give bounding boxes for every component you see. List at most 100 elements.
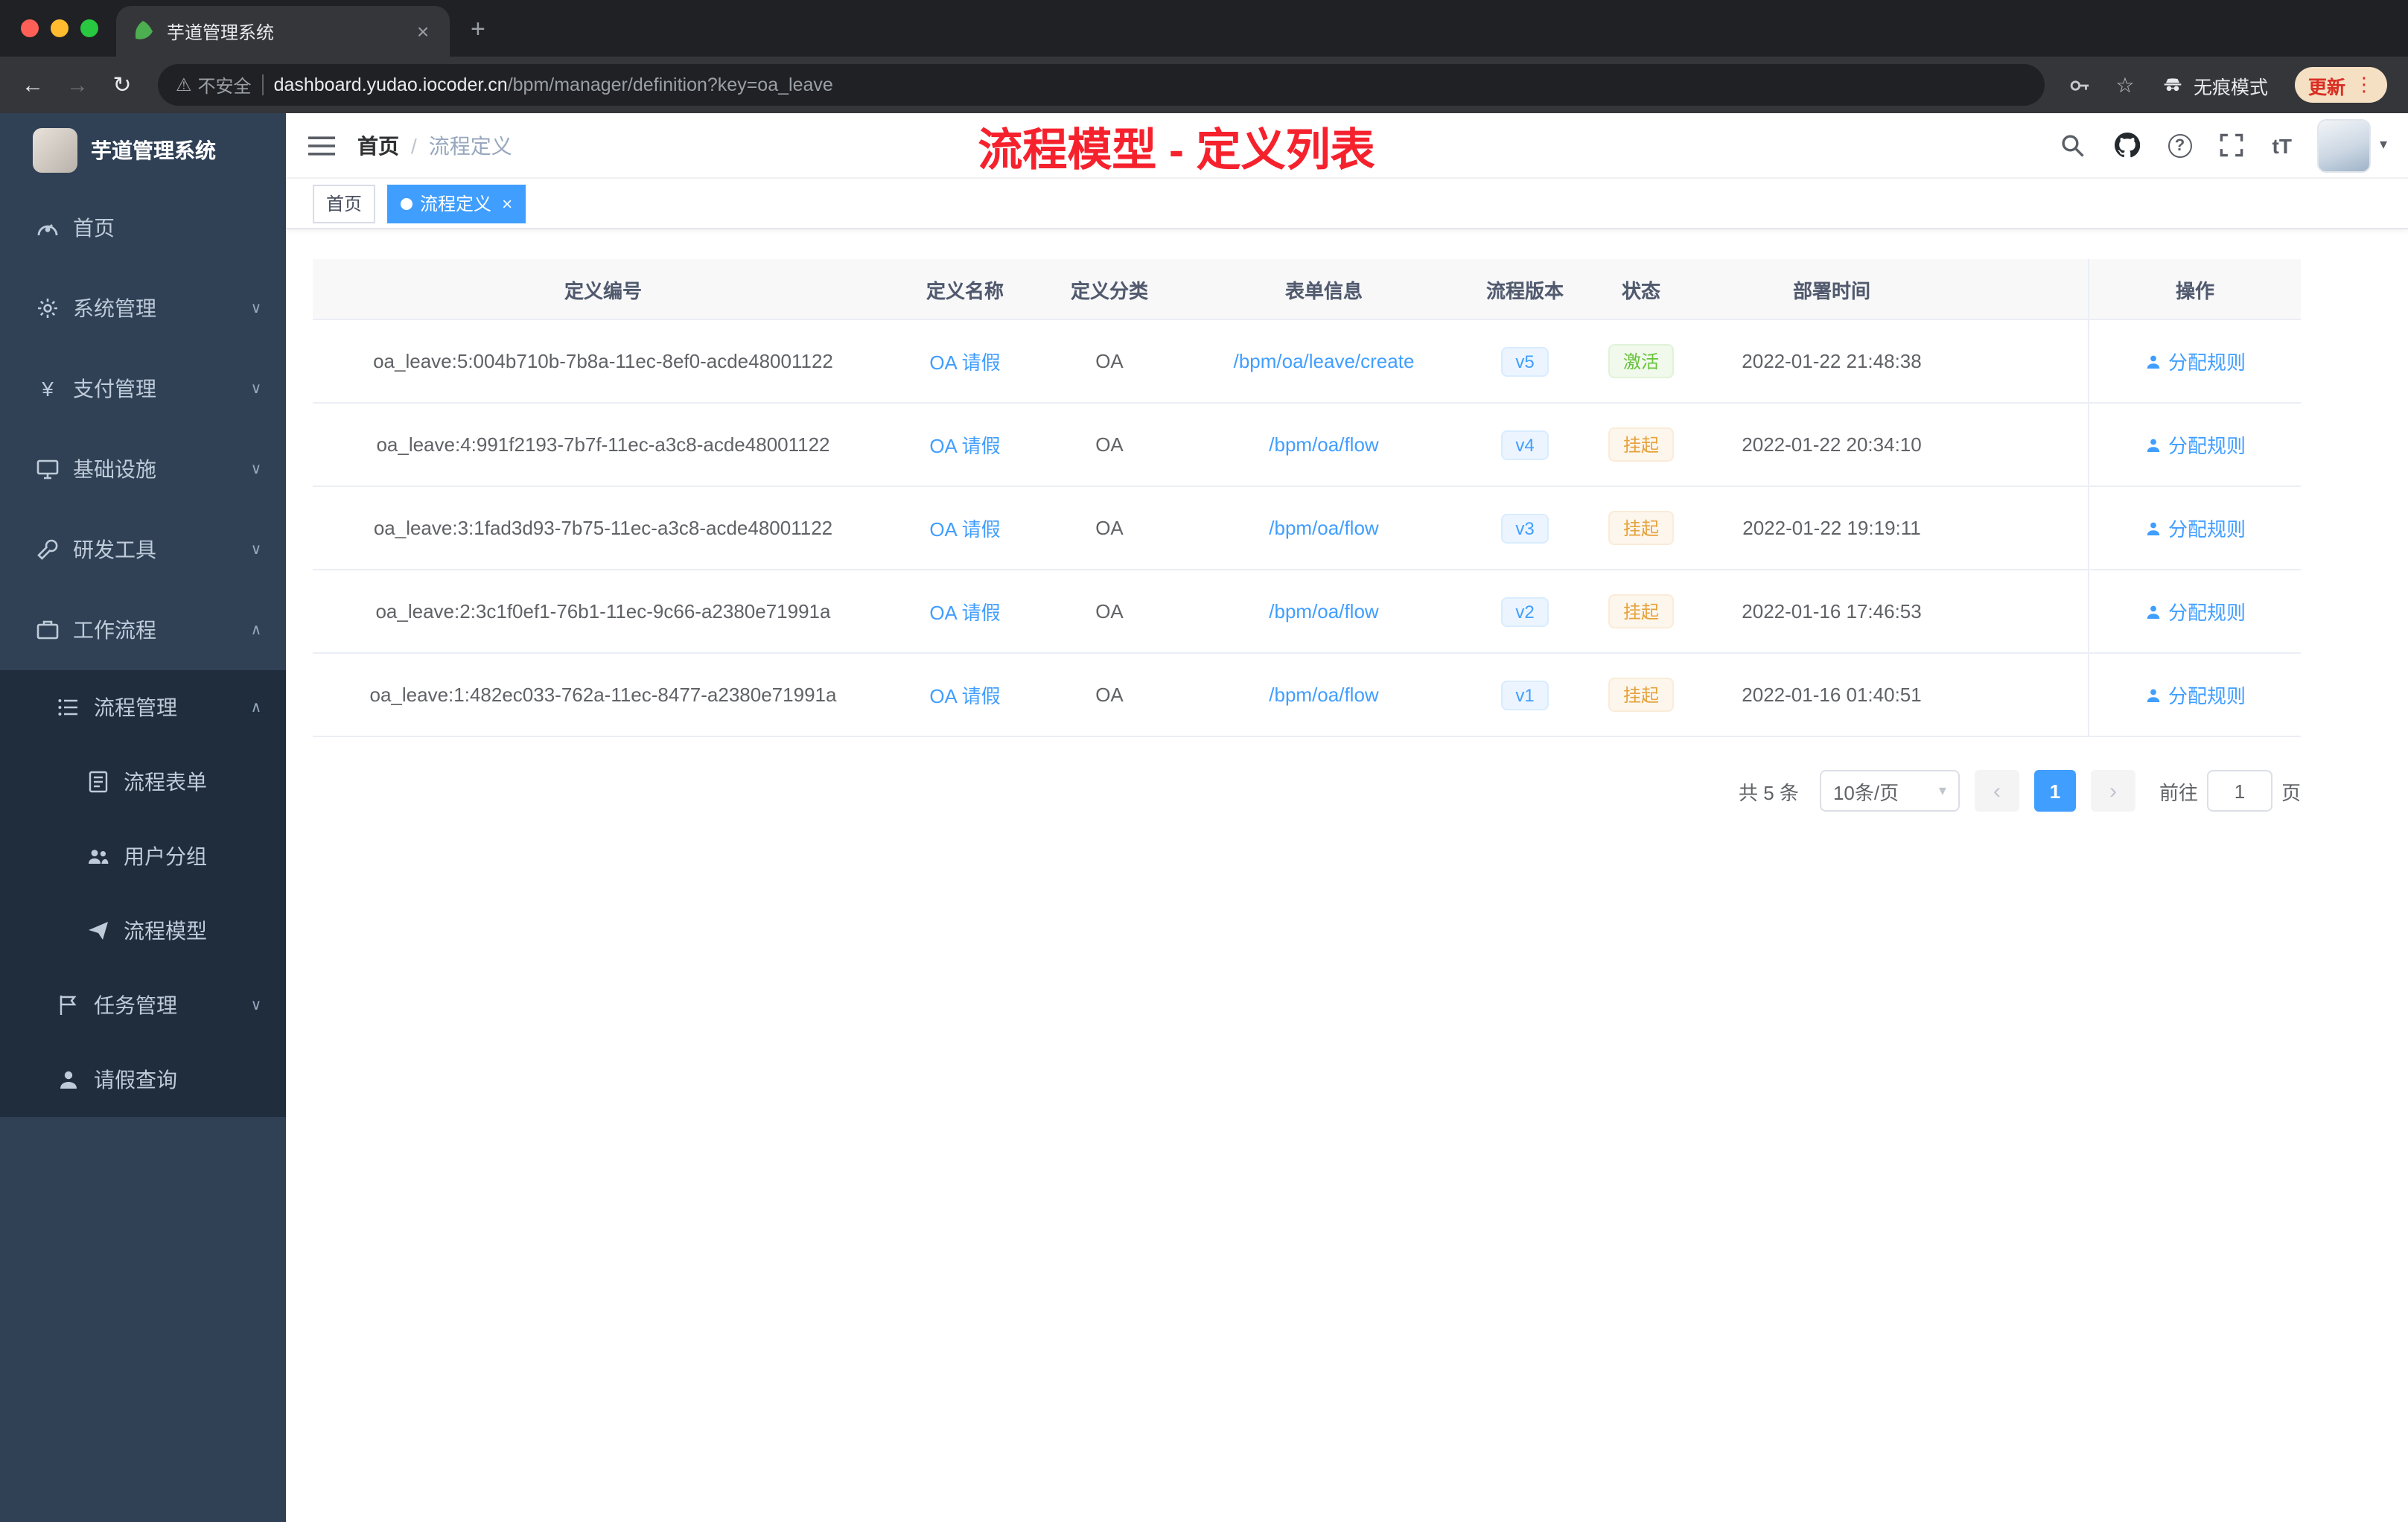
form-link[interactable]: /bpm/oa/flow — [1269, 433, 1378, 456]
sidebar-item-system[interactable]: 系统管理 ∨ — [0, 268, 286, 348]
sidebar-item-workflow[interactable]: 工作流程 ∧ — [0, 590, 286, 670]
dashboard-icon — [36, 216, 60, 240]
omnibox-divider — [261, 74, 264, 95]
chevron-down-icon: ∨ — [250, 541, 262, 558]
browser-menu-kebab-icon[interactable]: ⋮ — [2354, 73, 2374, 97]
tab-title: 芋道管理系统 — [167, 22, 275, 42]
tab-strip: 芋道管理系统 × + — [0, 0, 2408, 57]
assign-rule-link[interactable]: 分配规则 — [2144, 681, 2246, 709]
col-action: 操作 — [2088, 259, 2301, 319]
form-link[interactable]: /bpm/oa/flow — [1269, 517, 1378, 539]
goto-page-input[interactable] — [2206, 770, 2272, 812]
pagination: 共 5 条 10条/页 ▾ ‹ 1 › 前往 页 — [313, 770, 2301, 812]
cell-category: OA — [1095, 517, 1124, 539]
tag-close-icon[interactable]: × — [502, 193, 512, 214]
chevron-down-icon: ∨ — [250, 997, 262, 1013]
sidebar-item-leave-query[interactable]: 请假查询 — [0, 1042, 286, 1117]
new-tab-button[interactable]: + — [471, 15, 485, 45]
definition-name-link[interactable]: OA 请假 — [929, 681, 1000, 709]
briefcase-icon — [36, 618, 60, 642]
person-icon — [2147, 354, 2160, 368]
zoom-window-button[interactable] — [80, 19, 98, 37]
col-version: 流程版本 — [1485, 279, 1564, 302]
form-link[interactable]: /bpm/oa/leave/create — [1234, 350, 1415, 372]
url-domain: dashboard.yudao.iocoder.cn — [273, 74, 508, 95]
cell-deploy-time: 2022-01-16 17:46:53 — [1742, 600, 1922, 623]
reload-icon[interactable]: ↻ — [101, 64, 143, 106]
password-key-icon[interactable] — [2060, 64, 2101, 106]
minimize-window-button[interactable] — [51, 19, 69, 37]
definition-name-link[interactable]: OA 请假 — [929, 347, 1000, 375]
security-warning-icon: ⚠ — [176, 74, 192, 95]
total-count: 共 5 条 — [1739, 781, 1799, 803]
goto-suffix: 页 — [2281, 781, 2301, 803]
forward-icon[interactable]: → — [57, 64, 98, 106]
bookmark-star-icon[interactable]: ☆ — [2104, 64, 2146, 106]
update-label: 更新 — [2307, 77, 2345, 98]
assign-rule-link[interactable]: 分配规则 — [2144, 347, 2246, 375]
document-icon — [86, 770, 110, 794]
help-icon[interactable]: ? — [2167, 133, 2192, 157]
goto-page: 前往 页 — [2159, 770, 2301, 812]
github-icon[interactable] — [2113, 130, 2143, 160]
cell-category: OA — [1095, 433, 1124, 456]
sidebar-item-task-management[interactable]: 任务管理 ∨ — [0, 968, 286, 1042]
cell-deploy-time: 2022-01-22 21:48:38 — [1742, 350, 1922, 372]
sidebar-item-process-management[interactable]: 流程管理 ∧ — [0, 670, 286, 745]
definition-name-link[interactable]: OA 请假 — [929, 514, 1000, 542]
caret-down-icon: ▾ — [1938, 783, 1946, 799]
status-badge: 挂起 — [1608, 678, 1674, 712]
col-status: 状态 — [1621, 279, 1660, 302]
breadcrumb-home[interactable]: 首页 — [357, 130, 399, 160]
security-status[interactable]: ⚠ 不安全 — [176, 72, 252, 98]
definition-table: 定义编号 定义名称 定义分类 表单信息 流程版本 状态 部署时间 操作 oa_l… — [313, 259, 2301, 737]
sidebar-item-process-model[interactable]: 流程模型 — [0, 894, 286, 968]
close-window-button[interactable] — [21, 19, 39, 37]
user-avatar-dropdown[interactable]: ▾ — [2316, 118, 2387, 172]
version-badge: v1 — [1500, 680, 1549, 710]
address-bar[interactable]: ⚠ 不安全 dashboard.yudao.iocoder.cn/bpm/man… — [158, 64, 2045, 106]
search-icon[interactable] — [2058, 130, 2088, 160]
users-icon — [86, 844, 110, 868]
current-page-button[interactable]: 1 — [2033, 770, 2076, 812]
incognito-label: 无痕模式 — [2193, 77, 2268, 98]
chevron-up-icon: ∧ — [250, 622, 262, 638]
definition-name-link[interactable]: OA 请假 — [929, 430, 1000, 459]
assign-rule-link[interactable]: 分配规则 — [2144, 597, 2246, 625]
sidebar-item-process-form[interactable]: 流程表单 — [0, 745, 286, 819]
breadcrumb-separator: / — [411, 133, 417, 157]
sidebar-toggle-hamburger-icon[interactable] — [286, 112, 357, 178]
tag-home[interactable]: 首页 — [313, 184, 376, 223]
form-link[interactable]: /bpm/oa/flow — [1269, 600, 1378, 623]
next-page-button[interactable]: › — [2090, 770, 2135, 812]
sidebar-item-user-group[interactable]: 用户分组 — [0, 819, 286, 894]
version-badge: v2 — [1500, 596, 1549, 626]
assign-rule-link[interactable]: 分配规则 — [2144, 514, 2246, 542]
incognito-icon — [2164, 78, 2182, 92]
page-size-select[interactable]: 10条/页 ▾ — [1819, 770, 1960, 812]
assign-rule-link[interactable]: 分配规则 — [2144, 430, 2246, 459]
sidebar-item-home[interactable]: 首页 — [0, 188, 286, 268]
fullscreen-icon[interactable] — [2217, 130, 2247, 160]
form-link[interactable]: /bpm/oa/flow — [1269, 684, 1378, 706]
tab-close-icon[interactable]: × — [411, 19, 435, 43]
table-row: oa_leave:1:482ec033-762a-11ec-8477-a2380… — [313, 654, 2301, 737]
table-row: oa_leave:4:991f2193-7b7f-11ec-a3c8-acde4… — [313, 404, 2301, 487]
chrome-update-button[interactable]: 更新 ⋮ — [2294, 67, 2387, 103]
status-badge: 挂起 — [1608, 594, 1674, 628]
back-icon[interactable]: ← — [12, 64, 54, 106]
logo-avatar — [33, 128, 77, 173]
tag-process-definition[interactable]: 流程定义 × — [387, 184, 526, 223]
table-header-row: 定义编号 定义名称 定义分类 表单信息 流程版本 状态 部署时间 操作 — [313, 259, 2301, 320]
definition-name-link[interactable]: OA 请假 — [929, 597, 1000, 625]
browser-tab[interactable]: 芋道管理系统 × — [116, 6, 450, 57]
prev-page-button[interactable]: ‹ — [1974, 770, 2019, 812]
sidebar-logo[interactable]: 芋道管理系统 — [0, 113, 286, 188]
sidebar-item-infrastructure[interactable]: 基础设施 ∨ — [0, 429, 286, 509]
font-size-icon[interactable]: tT — [2272, 133, 2292, 157]
caret-down-icon: ▾ — [2379, 137, 2387, 153]
sidebar-item-dev-tools[interactable]: 研发工具 ∨ — [0, 509, 286, 590]
cell-id: oa_leave:3:1fad3d93-7b75-11ec-a3c8-acde4… — [373, 517, 833, 539]
sidebar-item-payment[interactable]: ¥ 支付管理 ∨ — [0, 348, 286, 429]
cell-id: oa_leave:2:3c1f0ef1-76b1-11ec-9c66-a2380… — [375, 600, 831, 623]
